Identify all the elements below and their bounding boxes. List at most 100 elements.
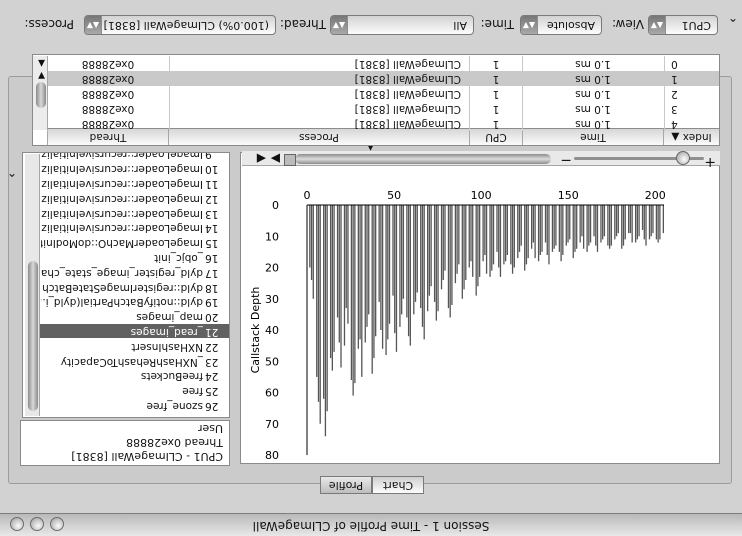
- stack-frame-row[interactable]: 13 ImageLoader::recursiveInitializ...: [39, 206, 229, 220]
- stack-frame-row[interactable]: 21 _read_images: [39, 324, 229, 338]
- callstack-bar: [603, 205, 606, 237]
- stack-frame-row[interactable]: 14 ImageLoader::recursiveInitializ...: [39, 220, 229, 234]
- stack-frame-row[interactable]: 9 ImageLoader::recursiveInitializ...: [39, 152, 229, 160]
- callstack-bar: [340, 205, 342, 368]
- callstack-bar: [470, 205, 472, 262]
- tab-profile[interactable]: Profile: [320, 476, 372, 494]
- stack-frame-name: szone_free: [146, 400, 203, 412]
- stack-frame-number: 24: [205, 370, 219, 383]
- stack-frame-row[interactable]: 22 NXHashInsert: [39, 339, 229, 353]
- scroll-right-arrow-icon[interactable]: ▶: [271, 152, 280, 166]
- stack-frame-row[interactable]: 10 ImageLoader::recursiveInitializ...: [39, 161, 229, 175]
- info-thread: Thread 0xe28888: [126, 436, 223, 449]
- cell-thread: 0xe28888: [47, 71, 168, 86]
- cell-cpu: 1: [469, 71, 522, 86]
- callstack-bar: [466, 205, 469, 274]
- stack-frame-name: freeBuckets: [140, 370, 203, 383]
- y-tick-label: 70: [265, 418, 279, 431]
- cell-process: CLImageWall [8381]: [169, 116, 469, 131]
- callstack-bar: [482, 205, 484, 262]
- callstack-bar: [496, 205, 498, 252]
- callstack-bar: [407, 205, 410, 337]
- zoom-in-icon[interactable]: +: [704, 154, 716, 170]
- cell-cpu: 1: [469, 56, 522, 71]
- callstack-bar: [442, 205, 444, 280]
- close-button[interactable]: [50, 517, 64, 531]
- cell-time: 1.0 ms: [522, 86, 663, 101]
- stack-frame-row[interactable]: 24 freeBuckets: [39, 368, 229, 382]
- stack-frame-row[interactable]: 16 _objc_init: [39, 250, 229, 264]
- stack-frame-row[interactable]: 15 ImageLoaderMachO::doModInit...: [39, 235, 229, 249]
- callstack-bar: [498, 205, 500, 268]
- table-row[interactable]: 4 1.0 ms 1 CLImageWall [8381] 0xe28888: [47, 116, 719, 131]
- zoom-button[interactable]: [10, 517, 24, 531]
- table-scroll-thumb[interactable]: [36, 82, 46, 108]
- cell-time: 1.0 ms: [522, 56, 663, 71]
- stack-frame-row[interactable]: 12 ImageLoader::recursiveInitializ...: [39, 191, 229, 205]
- time-popup[interactable]: Absolute ▲▼: [520, 15, 602, 35]
- stack-frame-number: 17: [205, 266, 219, 279]
- stack-frame-name: ImageLoader::recursiveInitializ...: [41, 178, 203, 190]
- table-scroll-up-icon[interactable]: ▼: [38, 70, 45, 80]
- stack-frame-number: 15: [205, 237, 219, 250]
- popup-arrows-icon: ▲▼: [85, 16, 102, 34]
- resize-corner-icon[interactable]: ⌃: [728, 10, 738, 24]
- callstack-bar: [556, 205, 559, 240]
- callstack-bar: [345, 205, 347, 309]
- stack-frame-name: ImageLoader::recursiveInitializ...: [41, 222, 203, 235]
- callstack-bar: [401, 205, 403, 315]
- call-stack-scroll-thumb[interactable]: [28, 261, 38, 411]
- info-mode: User: [197, 422, 223, 435]
- stack-frame-row[interactable]: 11 ImageLoader::recursiveInitializ...: [39, 176, 229, 190]
- callstack-bar: [589, 205, 592, 243]
- table-row[interactable]: 1 1.0 ms 1 CLImageWall [8381] 0xe28888: [47, 71, 719, 86]
- table-scroll-down-icon[interactable]: ▲: [38, 58, 45, 68]
- tab-chart[interactable]: Chart: [372, 476, 424, 494]
- callstack-bar: [541, 205, 543, 252]
- stack-frame-name: _objc_init: [154, 252, 203, 264]
- stack-frame-row[interactable]: 25 free: [39, 383, 229, 397]
- callstack-bar: [349, 205, 351, 355]
- stack-frame-row[interactable]: 26 szone_free: [39, 398, 229, 412]
- stack-frame-row[interactable]: 17 dyld_register_image_state_cha...: [39, 265, 229, 279]
- callstack-bar: [354, 205, 356, 384]
- process-label: Process:: [24, 17, 74, 31]
- stack-frame-row[interactable]: 18 dyld::registerImageStateBatch...: [39, 280, 229, 294]
- callstack-bar: [489, 205, 491, 277]
- scroll-left-arrow-icon[interactable]: ◀: [257, 152, 266, 166]
- window-title: Session 1 - Time Profile of CLImageWall: [252, 519, 490, 533]
- stack-frame-name: ImageLoader::recursiveInitializ...: [41, 207, 203, 220]
- zoom-slider-knob[interactable]: [676, 151, 690, 165]
- zoom-out-icon[interactable]: −: [560, 152, 572, 168]
- table-row[interactable]: 2 1.0 ms 1 CLImageWall [8381] 0xe28888: [47, 86, 719, 101]
- callstack-bar: [565, 205, 567, 246]
- callstack-bar: [324, 205, 327, 437]
- callstack-bar: [380, 205, 382, 330]
- process-popup[interactable]: (100.0%) CLImageWall [8381] ▲▼: [84, 15, 276, 35]
- stack-frame-row[interactable]: 20 map_images: [39, 309, 229, 323]
- callstack-bar: [532, 205, 535, 243]
- callstack-bar: [395, 205, 398, 352]
- callstack-bar: [581, 205, 583, 237]
- stack-frame-row[interactable]: 23 _NXHashRehashToCapacity: [39, 354, 229, 368]
- view-popup[interactable]: CPU1 ▲▼: [648, 15, 718, 35]
- scroll-corner-box[interactable]: [284, 154, 296, 166]
- thread-popup[interactable]: All ▲▼: [330, 15, 474, 35]
- callstack-bar: [357, 205, 359, 349]
- chart-area[interactable]: 0 50 100 150 200 0 10 20 30 40 50 60 70 80 Callstack D…: [240, 152, 720, 464]
- stack-frame-row[interactable]: 19 dyld::notifyBatchPartial(dyld_i...: [39, 294, 229, 308]
- cell-thread: 0xe28888: [47, 86, 168, 101]
- minimize-button[interactable]: [30, 517, 44, 531]
- callstack-bar: [504, 205, 507, 262]
- chart-scroll-thumb[interactable]: [295, 154, 551, 164]
- callstack-bar: [624, 205, 626, 240]
- callstack-bar: [657, 205, 659, 243]
- time-label: Time:: [480, 17, 514, 31]
- callstack-bar: [577, 205, 580, 246]
- callstack-bar: [643, 205, 645, 240]
- table-row[interactable]: 0 1.0 ms 1 CLImageWall [8381] 0xe28888: [47, 56, 719, 71]
- callstack-bar: [562, 205, 564, 255]
- table-row[interactable]: 3 1.0 ms 1 CLImageWall [8381] 0xe28888: [47, 101, 719, 116]
- x-tick-label: 150: [558, 189, 579, 202]
- x-tick-label: 200: [645, 189, 666, 202]
